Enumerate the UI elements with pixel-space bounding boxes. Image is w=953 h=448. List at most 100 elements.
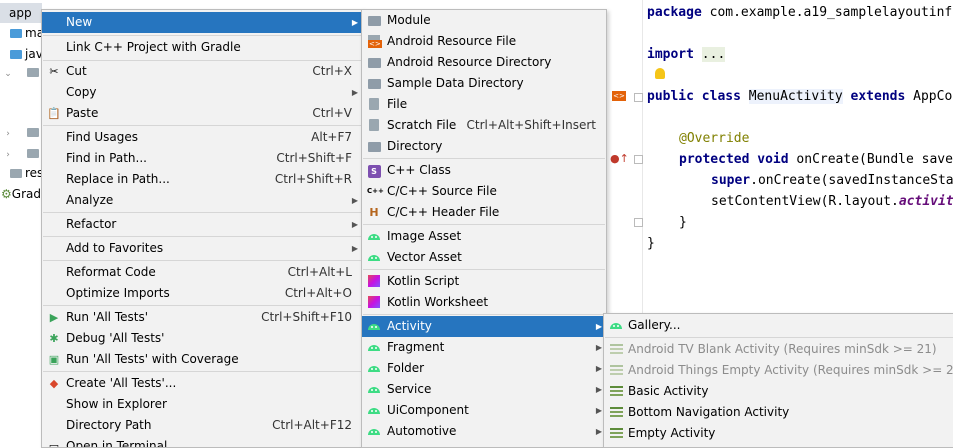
menu-item-copy[interactable]: Copy ▶ [42,82,362,103]
menu-item-label: Replace in Path... [66,172,170,186]
menu-item-service[interactable]: Service ▶ [362,379,606,400]
menu-item-cpp-source[interactable]: C++ C/C++ Source File [362,181,606,202]
menu-item-activity[interactable]: Activity ▶ [362,316,606,337]
code-text: onCreate(Bundle save [788,152,953,167]
menu-item-directory-path[interactable]: Directory Path Ctrl+Alt+F12 [42,415,362,436]
menu-item-label: Directory Path [66,418,152,432]
activity-template-icon [609,427,623,440]
menu-item-cpp-header[interactable]: H C/C++ Header File [362,202,606,223]
project-tree: app ma jav ⌄ › › res ⚙Gradle [0,0,42,446]
menu-separator [43,125,361,126]
menu-item-debug-all-tests[interactable]: ✱ Debug 'All Tests' [42,328,362,349]
menu-item-run-with-coverage[interactable]: ▣ Run 'All Tests' with Coverage [42,349,362,370]
tree-item-collapsed-1[interactable]: › [0,122,42,142]
menu-item-run-all-tests[interactable]: ▶ Run 'All Tests' Ctrl+Shift+F10 [42,307,362,328]
tree-item-java[interactable]: jav [0,44,42,64]
menu-item-show-in-explorer[interactable]: Show in Explorer [42,394,362,415]
menu-item-bottom-navigation-activity[interactable]: Bottom Navigation Activity [604,402,953,423]
lightbulb-icon[interactable] [655,68,665,79]
android-icon [367,404,381,417]
menu-item-label: Kotlin Script [387,274,460,288]
menu-item-automotive[interactable]: Automotive ▶ [362,421,606,442]
shortcut-label: Ctrl+Alt+O [284,286,352,300]
menu-item-label: Copy [66,85,97,99]
menu-item-folder[interactable]: Folder ▶ [362,358,606,379]
tree-item-label: jav [25,47,42,61]
menu-item-new[interactable]: New ▶ [42,12,362,33]
cpp-class-icon: S [367,164,381,178]
menu-item-label: C++ Class [387,163,451,177]
menu-item-fragment[interactable]: Fragment ▶ [362,337,606,358]
code-keyword: class [701,89,741,104]
menu-item-optimize-imports[interactable]: Optimize Imports Ctrl+Alt+O [42,283,362,304]
layout-file-gutter-icon[interactable]: <> [612,91,626,101]
menu-item-cpp-class[interactable]: S C++ Class [362,160,606,181]
menu-item-find-usages[interactable]: Find Usages Alt+F7 [42,127,362,148]
code-keyword: package [647,5,702,20]
folder-icon [27,149,39,158]
menu-item-analyze[interactable]: Analyze ▶ [42,190,362,211]
menu-item-label: Run 'All Tests' [66,310,148,324]
fold-marker-icon[interactable] [634,218,643,227]
tree-item-app[interactable]: app [0,3,42,23]
folder-icon [10,50,22,59]
submenu-arrow-icon: ▶ [595,322,602,331]
coverage-icon: ▣ [48,353,60,366]
tree-item-label: Gradle [11,187,42,201]
submenu-arrow-icon: ▶ [595,364,602,373]
tree-item-res[interactable]: res [0,163,42,183]
menu-item-label: Open in Terminal [66,439,168,448]
folded-imports[interactable]: ... [701,47,726,62]
code-keyword: import [647,47,694,62]
menu-item-basic-activity[interactable]: Basic Activity [604,381,953,402]
clipboard-icon: 📋 [47,107,61,120]
code-keyword: void [757,152,789,167]
menu-item-directory[interactable]: Directory [362,136,606,157]
menu-item-replace-in-path[interactable]: Replace in Path... Ctrl+Shift+R [42,169,362,190]
menu-item-sample-data-directory[interactable]: Sample Data Directory [362,73,606,94]
menu-item-label: Optimize Imports [66,286,170,300]
menu-item-empty-activity[interactable]: Empty Activity [604,423,953,444]
menu-item-file[interactable]: File [362,94,606,115]
menu-item-reformat-code[interactable]: Reformat Code Ctrl+Alt+L [42,262,362,283]
menu-item-refactor[interactable]: Refactor ▶ [42,214,362,235]
menu-item-kotlin-worksheet[interactable]: Kotlin Worksheet [362,292,606,313]
menu-item-find-in-path[interactable]: Find in Path... Ctrl+Shift+F [42,148,362,169]
tree-item-expanded[interactable]: ⌄ [0,62,42,82]
menu-item-cut[interactable]: ✂ Cut Ctrl+X [42,61,362,82]
tree-item-collapsed-2[interactable]: › [0,143,42,163]
menu-item-android-resource-directory[interactable]: Android Resource Directory [362,52,606,73]
scissors-icon: ✂ [49,65,59,78]
menu-item-link-cpp[interactable]: Link C++ Project with Gradle [42,37,362,58]
kotlin-icon [367,275,381,288]
menu-separator [363,224,605,225]
scratch-file-icon [367,119,381,132]
tree-item-label: ma [25,26,42,40]
chevron-right-icon[interactable]: › [3,124,13,144]
menu-item-scratch-file[interactable]: Scratch File Ctrl+Alt+Shift+Insert [362,115,606,136]
menu-item-label: Show in Explorer [66,397,167,411]
menu-item-image-asset[interactable]: Image Asset [362,226,606,247]
fold-marker-icon[interactable] [634,93,643,102]
menu-item-vector-asset[interactable]: Vector Asset [362,247,606,268]
menu-item-open-in-terminal[interactable]: ▭ Open in Terminal [42,436,362,448]
tree-item-gradle[interactable]: ⚙Gradle [0,184,42,204]
menu-item-add-to-favorites[interactable]: Add to Favorites ▶ [42,238,362,259]
menu-item-android-resource-file[interactable]: Android Resource File [362,31,606,52]
submenu-arrow-icon: ▶ [351,220,358,229]
shortcut-label: Ctrl+Shift+F10 [261,310,352,324]
fold-marker-icon[interactable] [634,155,643,164]
code-text: com.example.a19_samplelayoutinf [701,5,953,20]
menu-item-uicomponent[interactable]: UiComponent ▶ [362,400,606,421]
chevron-right-icon[interactable]: › [3,145,13,165]
tree-item-manifests[interactable]: ma [0,23,42,43]
menu-item-module[interactable]: Module [362,10,606,31]
chevron-down-icon[interactable]: ⌄ [3,64,13,84]
menu-item-gallery[interactable]: Gallery... [604,315,953,336]
override-gutter-icon[interactable]: ●↑ [610,152,629,165]
menu-item-paste[interactable]: 📋 Paste Ctrl+V [42,103,362,124]
activity-template-icon [609,343,623,356]
menu-item-label: Android Resource File [387,34,517,48]
menu-item-kotlin-script[interactable]: Kotlin Script [362,271,606,292]
menu-item-create-all-tests[interactable]: ◆ Create 'All Tests'... [42,373,362,394]
